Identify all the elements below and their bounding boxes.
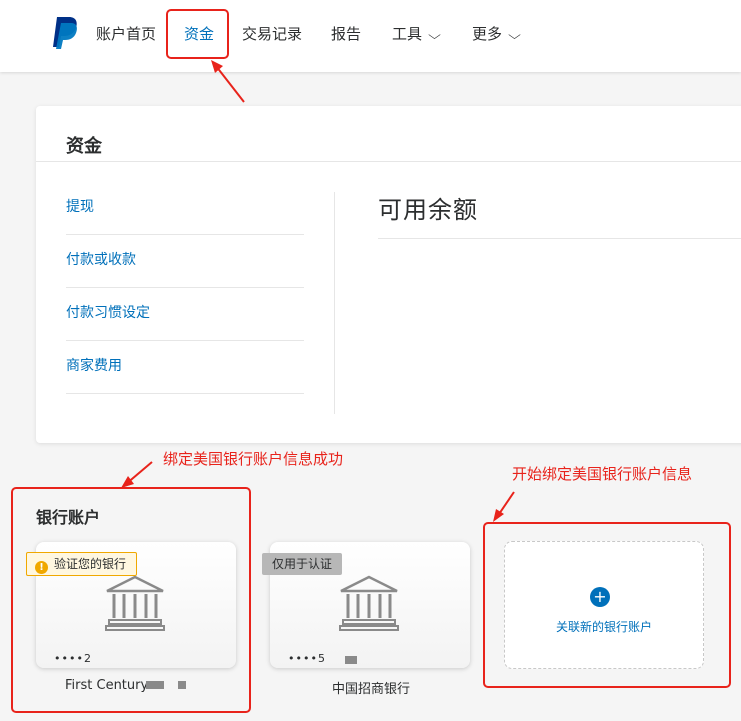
- top-navigation: 账户首页 资金 交易记录 报告 工具 ⌵ 更多 ⌵: [0, 0, 741, 72]
- balance-divider: [378, 238, 741, 239]
- menu-item-payment-preferences[interactable]: 付款习惯设定: [66, 288, 304, 341]
- warning-icon: !: [35, 561, 48, 574]
- bank-name-cmb: 中国招商银行: [332, 682, 411, 697]
- column-divider: [334, 192, 335, 414]
- plus-icon: +: [590, 587, 610, 607]
- funds-title: 资金: [66, 136, 102, 157]
- nav-reports[interactable]: 报告: [331, 24, 361, 44]
- available-balance-title: 可用余额: [378, 196, 478, 224]
- redacted-text: [178, 681, 186, 689]
- bank-icon: [105, 575, 165, 631]
- menu-item-pay-or-receive[interactable]: 付款或收款: [66, 235, 304, 288]
- nav-tools[interactable]: 工具 ⌵: [392, 24, 441, 45]
- nav-more[interactable]: 更多 ⌵: [472, 24, 521, 45]
- nav-transactions[interactable]: 交易记录: [242, 24, 302, 44]
- annotation-box-funds-nav: [166, 9, 229, 59]
- funds-menu: 提现 付款或收款 付款习惯设定 商家费用: [66, 182, 304, 394]
- funds-card: 资金 提现 付款或收款 付款习惯设定 商家费用 可用余额: [36, 106, 741, 443]
- annotation-bound-success: 绑定美国银行账户信息成功: [163, 450, 344, 468]
- bank-icon: [339, 575, 399, 631]
- chevron-down-icon: ⌵: [428, 28, 441, 42]
- annotation-start-binding: 开始绑定美国银行账户信息: [512, 465, 693, 483]
- masked-account-number: ••••5: [288, 652, 326, 665]
- menu-item-merchant-fees[interactable]: 商家费用: [66, 341, 304, 394]
- bank-name-first-century: First Century: [65, 678, 149, 693]
- chevron-down-icon: ⌵: [508, 28, 521, 42]
- nav-more-label: 更多: [472, 25, 503, 43]
- masked-account-number: ••••2: [54, 652, 92, 665]
- funds-divider: [36, 161, 741, 162]
- nav-tools-label: 工具: [392, 25, 423, 43]
- nav-home[interactable]: 账户首页: [96, 24, 156, 44]
- verify-bank-label: 验证您的银行: [54, 557, 127, 571]
- bank-accounts-heading: 银行账户: [36, 508, 101, 527]
- redacted-text: [146, 681, 164, 689]
- menu-item-withdraw[interactable]: 提现: [66, 182, 304, 235]
- paypal-logo[interactable]: [50, 16, 80, 50]
- verification-only-badge: 仅用于认证: [262, 553, 343, 575]
- add-bank-account-card[interactable]: + 关联新的银行账户: [504, 541, 704, 669]
- redacted-text: [345, 656, 357, 664]
- verify-bank-badge[interactable]: ! 验证您的银行: [26, 552, 138, 576]
- add-bank-account-label: 关联新的银行账户: [555, 620, 652, 634]
